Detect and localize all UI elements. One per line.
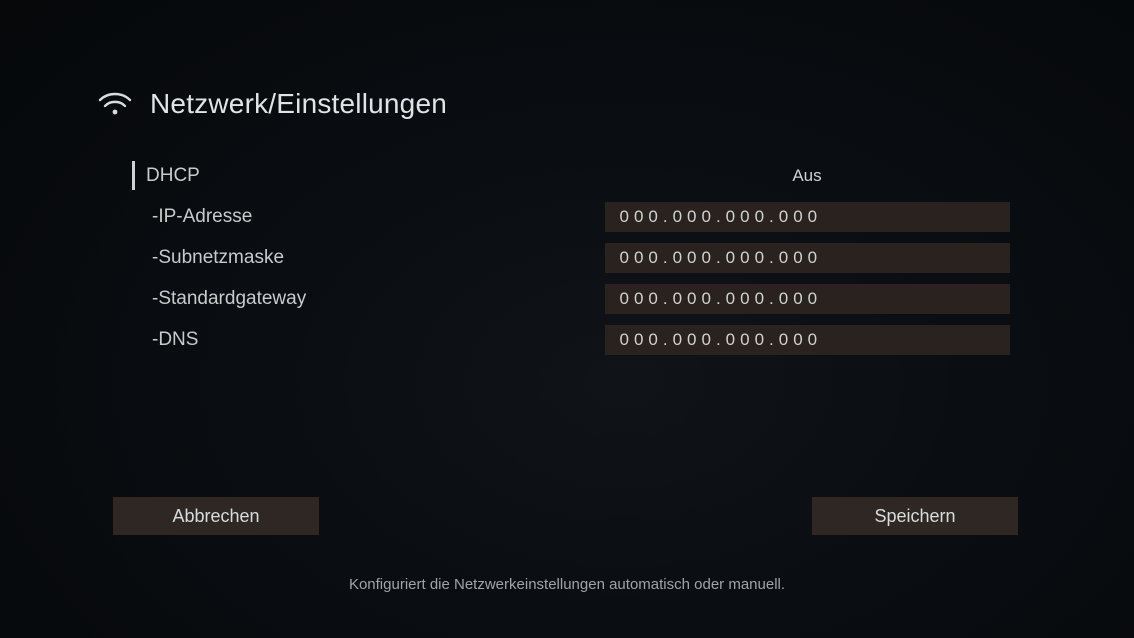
- setting-value-ip[interactable]: 000.000.000.000: [605, 202, 1010, 232]
- header: Netzwerk/Einstellungen: [98, 88, 447, 120]
- setting-row-subnet[interactable]: -Subnetzmaske 000.000.000.000: [130, 237, 1014, 278]
- setting-value-gateway[interactable]: 000.000.000.000: [605, 284, 1010, 314]
- save-button[interactable]: Speichern: [812, 497, 1018, 535]
- setting-value-subnet[interactable]: 000.000.000.000: [605, 243, 1010, 273]
- setting-row-ip[interactable]: -IP-Adresse 000.000.000.000: [130, 196, 1014, 237]
- setting-row-gateway[interactable]: -Standardgateway 000.000.000.000: [130, 278, 1014, 319]
- setting-label-dhcp: DHCP: [130, 165, 200, 187]
- setting-label-subnet: -Subnetzmaske: [130, 247, 284, 269]
- wifi-icon: [98, 90, 132, 118]
- button-bar: Abbrechen Speichern: [113, 497, 1018, 535]
- page-title: Netzwerk/Einstellungen: [150, 88, 447, 120]
- setting-label-gateway: -Standardgateway: [130, 288, 306, 310]
- setting-row-dns[interactable]: -DNS 000.000.000.000: [130, 319, 1014, 360]
- setting-value-dns[interactable]: 000.000.000.000: [605, 325, 1010, 355]
- setting-value-dhcp[interactable]: Aus: [600, 166, 1014, 186]
- footer-hint: Konfiguriert die Netzwerkeinstellungen a…: [0, 576, 1134, 593]
- settings-list: DHCP Aus -IP-Adresse 000.000.000.000 -Su…: [130, 155, 1014, 360]
- setting-label-ip: -IP-Adresse: [130, 206, 252, 228]
- cancel-button[interactable]: Abbrechen: [113, 497, 319, 535]
- setting-row-dhcp[interactable]: DHCP Aus: [130, 155, 1014, 196]
- network-settings-screen: Netzwerk/Einstellungen DHCP Aus -IP-Adre…: [0, 0, 1134, 638]
- setting-label-dns: -DNS: [130, 329, 198, 351]
